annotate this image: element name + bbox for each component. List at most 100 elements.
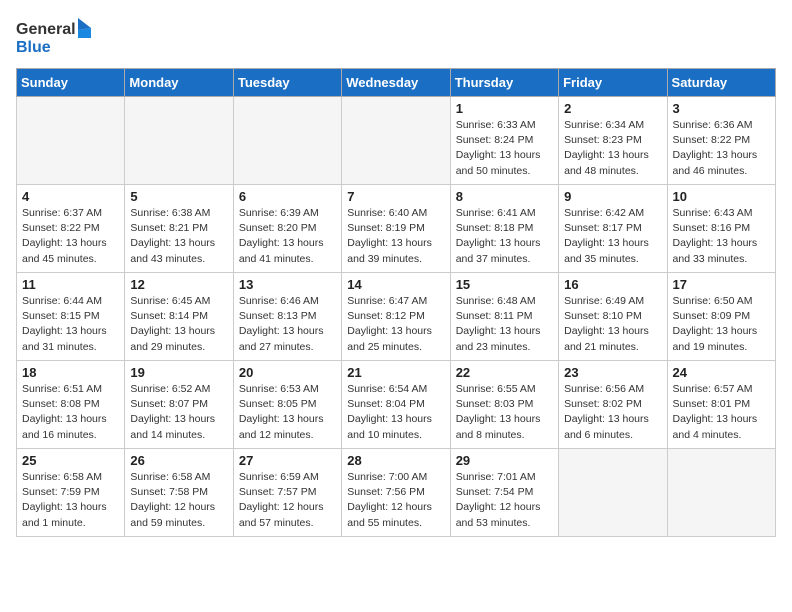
day-number: 18 [22,365,119,380]
day-info: Sunrise: 6:40 AM Sunset: 8:19 PM Dayligh… [347,206,444,267]
calendar-cell: 18 Sunrise: 6:51 AM Sunset: 8:08 PM Dayli… [17,361,125,449]
day-info: Sunrise: 6:41 AM Sunset: 8:18 PM Dayligh… [456,206,553,267]
day-info: Sunrise: 6:47 AM Sunset: 8:12 PM Dayligh… [347,294,444,355]
day-info: Sunrise: 6:49 AM Sunset: 8:10 PM Dayligh… [564,294,661,355]
calendar-cell: 12 Sunrise: 6:45 AM Sunset: 8:14 PM Dayli… [125,273,233,361]
calendar-cell: 22 Sunrise: 6:55 AM Sunset: 8:03 PM Dayli… [450,361,558,449]
calendar-cell: 11 Sunrise: 6:44 AM Sunset: 8:15 PM Dayli… [17,273,125,361]
day-info: Sunrise: 6:52 AM Sunset: 8:07 PM Dayligh… [130,382,227,443]
day-number: 3 [673,101,770,116]
day-number: 29 [456,453,553,468]
day-number: 20 [239,365,336,380]
calendar-cell: 2 Sunrise: 6:34 AM Sunset: 8:23 PM Daylig… [559,97,667,185]
calendar-cell: 17 Sunrise: 6:50 AM Sunset: 8:09 PM Dayli… [667,273,775,361]
calendar-cell: 29 Sunrise: 7:01 AM Sunset: 7:54 PM Dayli… [450,449,558,537]
weekday-header-saturday: Saturday [667,69,775,97]
day-info: Sunrise: 6:33 AM Sunset: 8:24 PM Dayligh… [456,118,553,179]
calendar-cell: 26Sunrise: 6:58 AM Sunset: 7:58 PM Dayli… [125,449,233,537]
day-info: Sunrise: 6:44 AM Sunset: 8:15 PM Dayligh… [22,294,119,355]
day-number: 25 [22,453,119,468]
day-info: Sunrise: 7:00 AM Sunset: 7:56 PM Dayligh… [347,470,444,531]
day-number: 16 [564,277,661,292]
calendar-week-row: 25 Sunrise: 6:58 AM Sunset: 7:59 PM Dayli… [17,449,776,537]
weekday-header-wednesday: Wednesday [342,69,450,97]
calendar-cell: 8Sunrise: 6:41 AM Sunset: 8:18 PM Daylig… [450,185,558,273]
weekday-header-friday: Friday [559,69,667,97]
day-info: Sunrise: 6:56 AM Sunset: 8:02 PM Dayligh… [564,382,661,443]
calendar-week-row: 18 Sunrise: 6:51 AM Sunset: 8:08 PM Dayli… [17,361,776,449]
calendar-cell: 6 Sunrise: 6:39 AM Sunset: 8:20 PM Daylig… [233,185,341,273]
calendar-cell: 3Sunrise: 6:36 AM Sunset: 8:22 PM Daylig… [667,97,775,185]
calendar-cell: 14 Sunrise: 6:47 AM Sunset: 8:12 PM Dayli… [342,273,450,361]
day-info: Sunrise: 6:43 AM Sunset: 8:16 PM Dayligh… [673,206,770,267]
calendar-week-row: 4 Sunrise: 6:37 AM Sunset: 8:22 PM Daylig… [17,185,776,273]
day-info: Sunrise: 6:48 AM Sunset: 8:11 PM Dayligh… [456,294,553,355]
calendar-cell: 23 Sunrise: 6:56 AM Sunset: 8:02 PM Dayli… [559,361,667,449]
day-info: Sunrise: 7:01 AM Sunset: 7:54 PM Dayligh… [456,470,553,531]
day-number: 13 [239,277,336,292]
calendar-cell: 19Sunrise: 6:52 AM Sunset: 8:07 PM Dayli… [125,361,233,449]
calendar-cell: 20 Sunrise: 6:53 AM Sunset: 8:05 PM Dayli… [233,361,341,449]
day-info: Sunrise: 6:34 AM Sunset: 8:23 PM Dayligh… [564,118,661,179]
calendar-cell [559,449,667,537]
day-info: Sunrise: 6:58 AM Sunset: 7:58 PM Dayligh… [130,470,227,531]
day-info: Sunrise: 6:58 AM Sunset: 7:59 PM Dayligh… [22,470,119,531]
day-info: Sunrise: 6:42 AM Sunset: 8:17 PM Dayligh… [564,206,661,267]
calendar-cell [17,97,125,185]
day-number: 22 [456,365,553,380]
calendar-week-row: 1 Sunrise: 6:33 AM Sunset: 8:24 PM Daylig… [17,97,776,185]
logo: GeneralBlue [16,16,96,56]
calendar-cell: 4 Sunrise: 6:37 AM Sunset: 8:22 PM Daylig… [17,185,125,273]
day-info: Sunrise: 6:38 AM Sunset: 8:21 PM Dayligh… [130,206,227,267]
svg-text:Blue: Blue [16,39,51,56]
day-number: 4 [22,189,119,204]
day-info: Sunrise: 6:53 AM Sunset: 8:05 PM Dayligh… [239,382,336,443]
weekday-header-tuesday: Tuesday [233,69,341,97]
day-info: Sunrise: 6:46 AM Sunset: 8:13 PM Dayligh… [239,294,336,355]
day-number: 23 [564,365,661,380]
weekday-header-thursday: Thursday [450,69,558,97]
day-info: Sunrise: 6:57 AM Sunset: 8:01 PM Dayligh… [673,382,770,443]
calendar-cell: 9 Sunrise: 6:42 AM Sunset: 8:17 PM Daylig… [559,185,667,273]
day-number: 9 [564,189,661,204]
day-info: Sunrise: 6:50 AM Sunset: 8:09 PM Dayligh… [673,294,770,355]
day-number: 17 [673,277,770,292]
weekday-header-monday: Monday [125,69,233,97]
day-info: Sunrise: 6:45 AM Sunset: 8:14 PM Dayligh… [130,294,227,355]
day-info: Sunrise: 6:55 AM Sunset: 8:03 PM Dayligh… [456,382,553,443]
calendar-header-row: SundayMondayTuesdayWednesdayThursdayFrid… [17,69,776,97]
calendar-cell: 1 Sunrise: 6:33 AM Sunset: 8:24 PM Daylig… [450,97,558,185]
day-info: Sunrise: 6:54 AM Sunset: 8:04 PM Dayligh… [347,382,444,443]
day-info: Sunrise: 6:37 AM Sunset: 8:22 PM Dayligh… [22,206,119,267]
day-number: 24 [673,365,770,380]
calendar-cell: 24 Sunrise: 6:57 AM Sunset: 8:01 PM Dayli… [667,361,775,449]
calendar-week-row: 11 Sunrise: 6:44 AM Sunset: 8:15 PM Dayli… [17,273,776,361]
generalblue-logo-icon: GeneralBlue [16,16,96,56]
day-info: Sunrise: 6:51 AM Sunset: 8:08 PM Dayligh… [22,382,119,443]
svg-text:General: General [16,21,76,38]
calendar-cell: 27Sunrise: 6:59 AM Sunset: 7:57 PM Dayli… [233,449,341,537]
calendar-cell: 21Sunrise: 6:54 AM Sunset: 8:04 PM Dayli… [342,361,450,449]
calendar-cell [125,97,233,185]
calendar-cell [667,449,775,537]
day-number: 2 [564,101,661,116]
day-number: 28 [347,453,444,468]
calendar-cell [342,97,450,185]
day-number: 7 [347,189,444,204]
header: GeneralBlue [16,16,776,56]
day-number: 6 [239,189,336,204]
calendar-cell: 25 Sunrise: 6:58 AM Sunset: 7:59 PM Dayli… [17,449,125,537]
calendar-cell: 7 Sunrise: 6:40 AM Sunset: 8:19 PM Daylig… [342,185,450,273]
day-number: 12 [130,277,227,292]
calendar-cell: 13 Sunrise: 6:46 AM Sunset: 8:13 PM Dayli… [233,273,341,361]
day-number: 11 [22,277,119,292]
calendar-cell: 5Sunrise: 6:38 AM Sunset: 8:21 PM Daylig… [125,185,233,273]
day-info: Sunrise: 6:59 AM Sunset: 7:57 PM Dayligh… [239,470,336,531]
day-number: 14 [347,277,444,292]
day-number: 1 [456,101,553,116]
calendar-cell: 16 Sunrise: 6:49 AM Sunset: 8:10 PM Dayli… [559,273,667,361]
calendar-table: SundayMondayTuesdayWednesdayThursdayFrid… [16,68,776,537]
day-info: Sunrise: 6:39 AM Sunset: 8:20 PM Dayligh… [239,206,336,267]
weekday-header-sunday: Sunday [17,69,125,97]
calendar-cell: 28 Sunrise: 7:00 AM Sunset: 7:56 PM Dayli… [342,449,450,537]
